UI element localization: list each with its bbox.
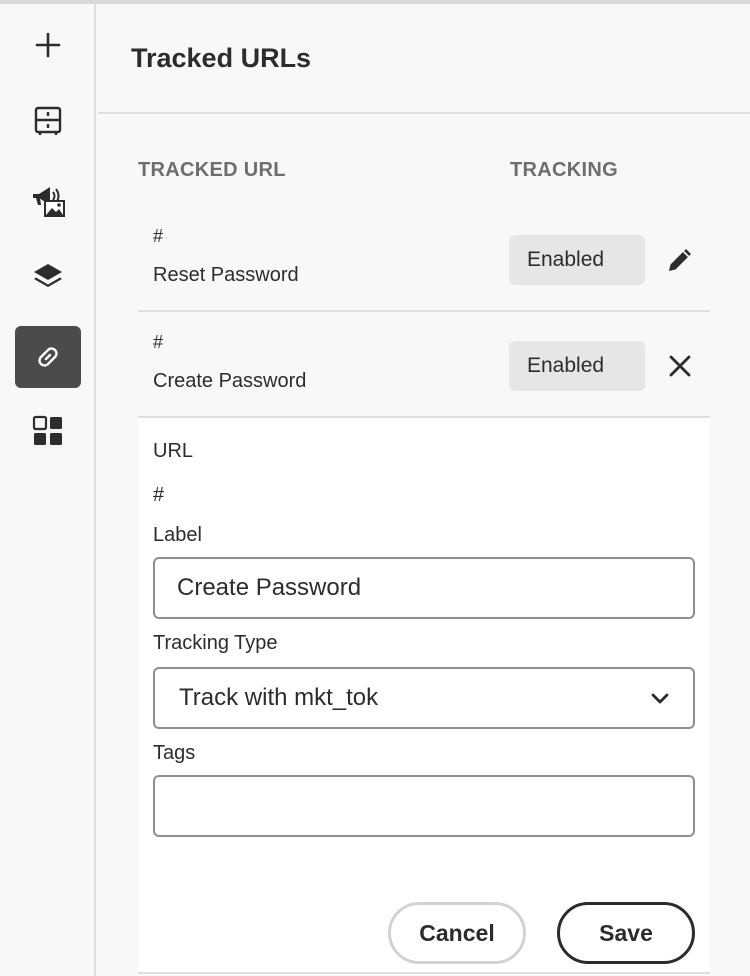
edit-row-button[interactable] [660,240,700,280]
panel-header: Tracked URLs [98,4,750,114]
plus-icon [35,32,61,58]
status-badge: Enabled [509,341,645,391]
rail-links-button[interactable] [15,326,81,388]
cabinet-icon [34,106,62,135]
cancel-button[interactable]: Cancel [388,902,526,964]
tracking-type-select[interactable]: Track with mkt_tok [153,667,695,729]
close-icon [669,355,691,377]
rail-layers-button[interactable] [15,246,81,308]
column-header-tracked-url: TRACKED URL [138,159,286,181]
row-url: # [153,332,164,352]
table-header: TRACKED URL TRACKING [138,159,718,189]
row-label: Create Password [153,370,307,392]
table-row: # Create Password Enabled [138,312,710,418]
status-badge: Enabled [509,235,645,285]
side-rail [0,4,96,976]
edit-tracked-url-form: URL # Label Tracking Type Track with mkt… [138,418,710,974]
pencil-icon [669,249,691,271]
save-button[interactable]: Save [557,902,695,964]
tracked-urls-panel: Tracked URLs TRACKED URL TRACKING # Rese… [98,4,750,976]
layers-icon [34,264,62,287]
url-label: URL [153,440,194,462]
page-title: Tracked URLs [131,42,312,73]
close-edit-button[interactable] [660,346,700,386]
rail-campaign-button[interactable] [15,170,81,232]
link-icon [38,347,58,367]
label-field-label: Label [153,524,202,546]
rail-apps-button[interactable] [15,400,81,462]
rail-cabinet-button[interactable] [15,90,81,152]
column-header-tracking: TRACKING [510,159,618,181]
tags-input[interactable] [153,775,695,837]
grid-icon [32,415,62,445]
url-value: # [153,484,165,506]
table-row: # Reset Password Enabled [138,206,710,312]
rail-add-button[interactable] [15,14,81,76]
label-input[interactable] [153,557,695,619]
tags-label: Tags [153,742,196,764]
tracking-type-label: Tracking Type [153,632,278,654]
tracking-type-selected-value: Track with mkt_tok [179,684,379,711]
megaphone-image-icon [33,187,65,217]
row-label: Reset Password [153,264,299,286]
row-url: # [153,226,164,246]
chevron-down-icon [651,693,669,704]
